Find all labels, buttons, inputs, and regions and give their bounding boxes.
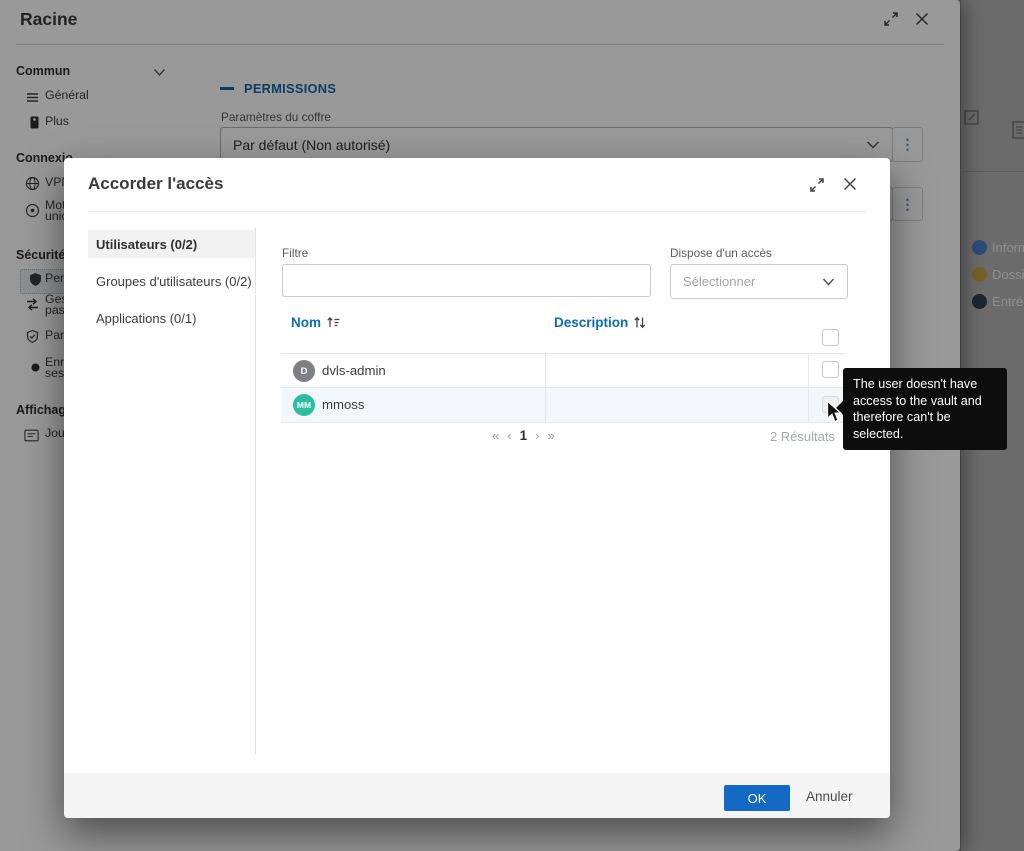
tab-label: Applications (0/1) [96,311,196,326]
column-divider [545,354,546,387]
has-access-select[interactable]: Sélectionner [670,264,848,299]
filter-input[interactable] [282,264,651,297]
column-header-nom[interactable]: Nom [291,315,340,330]
table-row-dvls-admin[interactable]: D dvls-admin [281,353,845,388]
tab-label: Groupes d'utilisateurs (0/2) [96,274,252,289]
modal-title: Accorder l'accès [88,174,223,194]
cancel-button[interactable]: Annuler [806,789,853,804]
maximize-icon [809,177,825,193]
tooltip-text: The user doesn't have access to the vaul… [853,377,982,441]
has-access-placeholder: Sélectionner [671,274,755,289]
user-name: mmoss [322,397,365,412]
column-label: Description [554,315,628,330]
pagination: « ‹ 1 › » [492,428,555,443]
modal-header-divider [88,211,866,212]
sort-both-icon [633,316,646,329]
column-divider [545,388,546,422]
tab-utilisateurs[interactable]: Utilisateurs (0/2) [88,230,255,258]
user-name: dvls-admin [322,363,386,378]
table-row-mmoss[interactable]: MM mmoss [281,388,845,423]
pagination-page[interactable]: 1 [520,428,528,443]
pagination-prev[interactable]: ‹ [507,428,511,443]
column-header-description[interactable]: Description [554,315,646,330]
column-divider [808,388,809,422]
tabs-divider [255,228,256,755]
screen: Inform Dossie Entrée Racine Commun [0,0,1024,851]
sort-ascending-icon [326,316,340,329]
tab-label: Utilisateurs (0/2) [96,237,197,252]
ok-button[interactable]: OK [724,785,790,811]
chevron-down-icon [822,277,835,286]
avatar: D [293,360,315,382]
pagination-first[interactable]: « [492,428,499,443]
select-all-checkbox[interactable] [822,329,839,346]
close-icon [842,176,858,192]
mouse-cursor [826,400,843,424]
column-label: Nom [291,315,321,330]
results-count: 2 Résultats [770,429,835,444]
filter-label: Filtre [282,246,308,260]
modal-footer: OK Annuler [64,773,890,818]
pagination-next[interactable]: › [535,428,539,443]
tab-groupes-utilisateurs[interactable]: Groupes d'utilisateurs (0/2) [88,267,255,295]
has-access-label: Dispose d'un accès [670,246,772,260]
avatar: MM [293,394,315,416]
modal-maximize-button[interactable] [808,176,826,194]
column-divider [808,354,809,387]
tab-applications[interactable]: Applications (0/1) [88,304,255,332]
row-checkbox-dvls-admin[interactable] [822,361,839,378]
tooltip: The user doesn't have access to the vaul… [843,368,1007,450]
modal-close-button[interactable] [841,175,859,193]
grant-access-modal: Accorder l'accès Utilisateurs (0/2) Grou… [64,158,890,818]
pagination-last[interactable]: » [547,428,554,443]
